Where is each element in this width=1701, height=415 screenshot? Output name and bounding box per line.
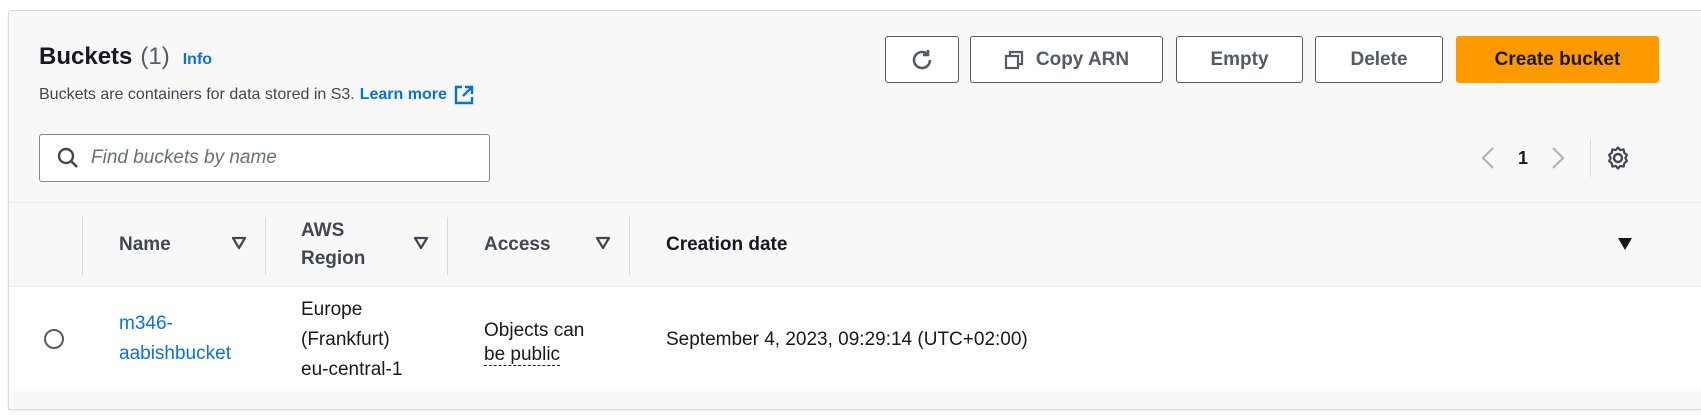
bucket-name-line-2: aabishbucket — [119, 343, 231, 364]
access-line-1: Objects can — [484, 320, 585, 341]
column-separator — [629, 217, 630, 275]
panel-description: Buckets are containers for data stored i… — [39, 84, 475, 106]
buckets-panel: Buckets (1) Info Buckets are containers … — [8, 10, 1701, 410]
sort-icon[interactable] — [413, 236, 429, 250]
search-input[interactable] — [91, 147, 471, 169]
empty-label: Empty — [1210, 48, 1269, 70]
page-number[interactable]: 1 — [1502, 148, 1544, 169]
column-header-creation-date[interactable]: Creation date — [666, 203, 787, 287]
region-line-1: Europe — [301, 299, 363, 320]
column-name-label: Name — [119, 234, 171, 255]
bucket-name-link[interactable]: m346- aabishbucket — [119, 309, 259, 369]
bucket-count: (1) — [140, 43, 170, 70]
column-header-access[interactable]: Access — [484, 203, 551, 287]
delete-button[interactable]: Delete — [1315, 36, 1443, 83]
chevron-right-icon[interactable] — [1544, 146, 1572, 170]
column-separator — [447, 217, 448, 275]
description-text: Buckets are containers for data stored i… — [39, 86, 355, 103]
search-icon — [57, 147, 79, 169]
column-region-label-2: Region — [301, 248, 366, 269]
page-title: Buckets — [39, 43, 133, 70]
column-region-label-1: AWS — [301, 220, 345, 241]
settings-icon[interactable] — [1605, 145, 1631, 171]
external-link-icon[interactable] — [453, 84, 475, 106]
table-row[interactable]: m346- aabishbucket Europe (Frankfurt) eu… — [9, 286, 1701, 391]
copy-arn-button[interactable]: Copy ARN — [970, 36, 1163, 83]
bucket-creation-date: September 4, 2023, 09:29:14 (UTC+02:00) — [666, 329, 1028, 350]
row-select-radio[interactable] — [44, 329, 64, 349]
sort-icon[interactable] — [231, 236, 247, 250]
bucket-access[interactable]: Objects can be public — [484, 319, 619, 367]
search-box[interactable] — [39, 134, 490, 182]
chevron-left-icon[interactable] — [1474, 146, 1502, 170]
column-separator — [82, 217, 83, 275]
copy-arn-label: Copy ARN — [1035, 48, 1130, 70]
pagination: 1 — [1474, 141, 1572, 175]
column-access-label: Access — [484, 234, 551, 255]
refresh-button[interactable] — [885, 36, 959, 83]
column-separator — [265, 217, 266, 275]
column-header-region[interactable]: AWS Region — [301, 203, 365, 287]
bucket-name-line-1: m346- — [119, 313, 173, 334]
column-header-name[interactable]: Name — [119, 203, 171, 287]
caret-down-icon[interactable] — [1617, 237, 1633, 251]
table-header: Name AWS Region Access Creation date — [9, 202, 1701, 286]
divider — [1590, 139, 1591, 177]
learn-more-link[interactable]: Learn more — [360, 86, 447, 104]
panel-header: Buckets (1) Info — [39, 43, 212, 71]
access-line-2: be public — [484, 344, 561, 366]
sort-icon[interactable] — [595, 236, 611, 250]
region-line-3: eu-central-1 — [301, 359, 403, 380]
bucket-region: Europe (Frankfurt) eu-central-1 — [301, 295, 431, 385]
create-bucket-button[interactable]: Create bucket — [1456, 36, 1659, 83]
delete-label: Delete — [1350, 48, 1408, 70]
refresh-icon — [909, 47, 935, 73]
column-date-label: Creation date — [666, 234, 788, 255]
empty-button[interactable]: Empty — [1176, 36, 1303, 83]
region-line-2: (Frankfurt) — [301, 329, 390, 350]
create-bucket-label: Create bucket — [1494, 48, 1621, 70]
info-link[interactable]: Info — [183, 51, 212, 69]
copy-icon — [1004, 50, 1024, 70]
